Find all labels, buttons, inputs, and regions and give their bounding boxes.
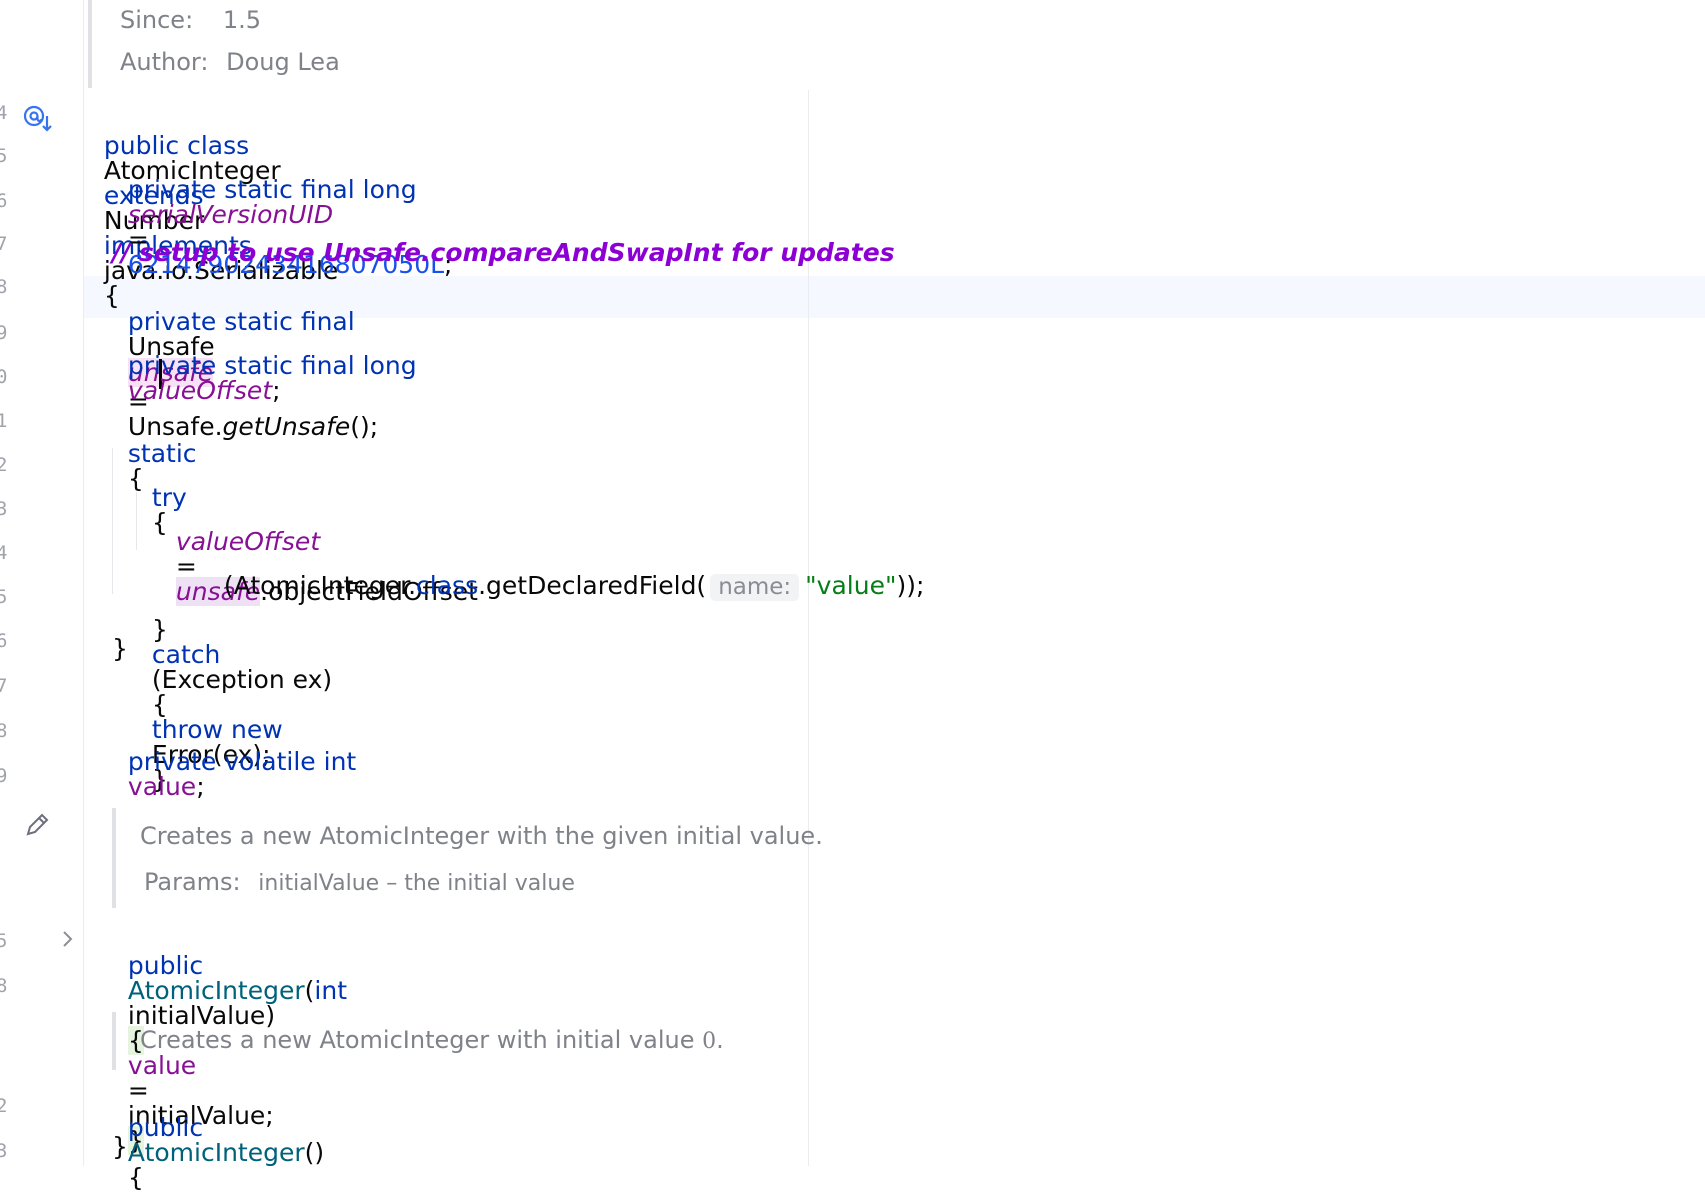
gutter-separator [83,0,84,1166]
line-number: 6 [0,190,8,212]
line-number: 4 [0,542,8,564]
semicolon: ; [272,376,281,405]
line-number: 1 [0,410,8,432]
line-number: 3 [0,498,8,520]
code-line-ctor2-close[interactable]: } [112,1134,128,1164]
chevron-right-icon[interactable] [60,928,76,956]
line-number: 2 [0,454,8,476]
paren: () [304,1138,325,1167]
author-label: Author: [120,48,209,76]
param-type: int [314,976,347,1005]
line-number: 5 [0,145,8,167]
doc-comment-bar [112,1012,116,1070]
string-literal: "value" [805,571,897,600]
implemented-by-icon[interactable] [22,104,54,138]
line-number: 0 [0,366,8,388]
line-number: 8 [0,276,8,298]
javadoc-text-2: Creates a new AtomicInteger with initial… [140,1026,724,1054]
semicolon: ; [196,772,205,801]
field-name: serialVersionUID [127,200,334,229]
code-line-unsafe-decl[interactable]: private static final Unsafe unsafe = Uns… [112,284,378,439]
since-value: 1.5 [222,6,261,34]
line-number: 7 [0,675,8,697]
constructor-name: AtomicInteger [127,1138,305,1167]
javadoc-text: Creates a new AtomicInteger with initial… [140,1026,695,1054]
code-line-try[interactable]: try { [136,460,187,535]
code-zero: 0 [702,1029,717,1054]
line-number: 8 [0,720,8,742]
field-name: valueOffset [127,376,273,405]
code-line-catch[interactable]: } catch (Exception ex) { throw new Error… [136,592,332,792]
params-value: initialValue – the initial value [258,871,575,896]
code-line-assign[interactable]: valueOffset = unsafe.objectFieldOffset [160,504,478,606]
field-name: value [127,772,197,801]
code-line-ctor1[interactable]: public AtomicInteger(int initialValue) {… [112,928,347,1155]
code-line-comment[interactable]: // setup to use Unsafe.compareAndSwapInt… [112,240,895,270]
code-line-getfield[interactable]: (AtomicInteger.class.getDeclaredField(na… [208,548,924,601]
paren: ( [304,976,315,1005]
line-number: 8 [0,975,8,997]
params-label: Params: [144,868,241,896]
javadoc-params: Params: initialValue – the initial value [144,868,575,896]
parameter-name-hint: name: [710,574,800,601]
line-number: 9 [0,322,8,344]
doc-comment-bar [112,808,116,908]
period: . [716,1026,724,1054]
code-line-serial[interactable]: private static final long serialVersionU… [112,152,453,277]
line-number: 7 [0,233,8,255]
code-line-value-decl[interactable]: private volatile int value; [112,724,356,799]
line-number: 9 [0,765,8,787]
line-number: 3 [0,1140,8,1162]
line-number: 4 [0,102,8,124]
code-line-static-close[interactable]: } [112,636,128,666]
call-end: )); [896,571,925,600]
code-line-static[interactable]: static { [112,416,197,491]
doc-comment-bar [88,0,92,88]
line-number: 5 [0,930,8,952]
author-value: Doug Lea [226,48,340,76]
editor-gutter [0,0,84,1166]
line-number: 5 [0,586,8,608]
pencil-icon[interactable] [24,810,52,842]
brace: { [127,1163,144,1192]
javadoc-text: Creates a new AtomicInteger with the giv… [140,822,823,850]
line-number: 6 [0,630,8,652]
code-line-ctor2[interactable]: public AtomicInteger() { [112,1090,324,1190]
indent-guide [112,448,113,594]
doc-author: Author: Doug Lea [120,48,340,76]
code-line-offset-decl[interactable]: private static final long valueOffset; [112,328,417,403]
line-number: 2 [0,1095,8,1117]
code-line-class-decl[interactable]: public class AtomicInteger extends Numbe… [88,108,338,308]
call-end: (); [350,412,379,441]
since-label: Since: [120,6,194,34]
doc-since: Since: 1.5 [120,6,261,34]
static-method-call: getUnsafe [222,412,351,441]
keyword: class [416,571,479,600]
method-call: .getDeclaredField( [478,571,707,600]
catch-params: (Exception ex) [151,665,333,694]
